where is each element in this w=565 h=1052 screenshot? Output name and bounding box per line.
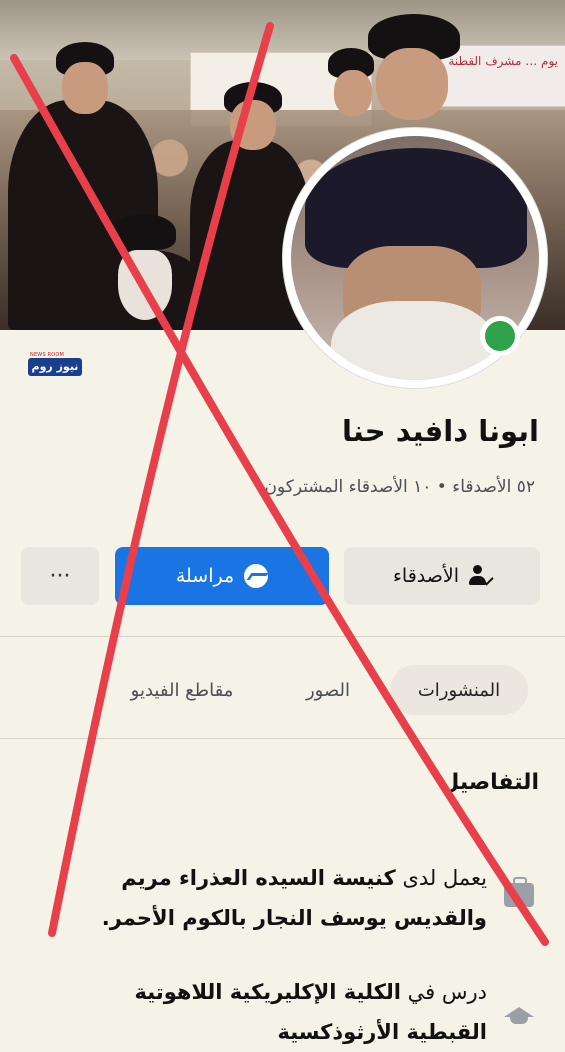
more-options-button[interactable]: ··· bbox=[21, 547, 99, 605]
more-options-icon: ··· bbox=[49, 563, 71, 589]
cover-old-priest-beard bbox=[118, 250, 172, 320]
tab-posts[interactable]: المنشورات bbox=[390, 665, 528, 715]
detail-education: درس في الكلية الإكليريكية اللاهوتية القب… bbox=[57, 972, 487, 1052]
tab-videos[interactable]: مقاطع الفيديو bbox=[102, 665, 262, 715]
tab-photos-label: الصور bbox=[305, 679, 351, 701]
profile-name: ابونا دافيد حنا bbox=[341, 414, 539, 448]
briefcase-icon bbox=[504, 877, 534, 907]
divider-bottom bbox=[0, 738, 565, 739]
graduation-cap-icon bbox=[504, 1003, 534, 1027]
friend-check-icon bbox=[469, 565, 494, 587]
cover-priest-left-face bbox=[62, 62, 108, 114]
friends-count[interactable]: ٥٢ الأصدقاء • ١٠ الأصدقاء المشتركون bbox=[264, 477, 535, 497]
cover-banner-text: يوم … مشرف القطنة bbox=[448, 54, 558, 68]
profile-picture-beard bbox=[331, 301, 496, 380]
news-room-watermark: NEWS ROOM نيوز روم bbox=[28, 352, 82, 378]
cover-banner-right: يوم … مشرف القطنة bbox=[440, 45, 565, 107]
detail-work-prefix: يعمل لدى bbox=[402, 866, 487, 890]
message-button-label: مراسلة bbox=[175, 565, 235, 587]
messenger-icon bbox=[244, 564, 269, 588]
cover-priest-center-face bbox=[230, 100, 276, 150]
friends-button[interactable]: الأصدقاء bbox=[344, 547, 540, 605]
tab-posts-label: المنشورات bbox=[417, 679, 501, 701]
watermark-logo: نيوز روم bbox=[28, 358, 82, 376]
detail-education-prefix: درس في bbox=[407, 980, 487, 1004]
detail-work: يعمل لدى كنيسة السيده العذراء مريم والقد… bbox=[57, 858, 487, 938]
cover-old-priest-hood bbox=[112, 214, 176, 250]
details-title: التفاصيل bbox=[440, 770, 539, 795]
message-button[interactable]: مراسلة bbox=[115, 547, 329, 605]
tab-videos-label: مقاطع الفيديو bbox=[130, 679, 234, 701]
cover-priest-right2-face bbox=[334, 70, 372, 116]
facebook-profile-screenshot: يوم … مشرف القطنة NEWS ROOM نيوز روم ابو… bbox=[0, 0, 565, 1047]
online-status-dot bbox=[480, 316, 520, 356]
cover-priest-right-face bbox=[376, 48, 448, 120]
friends-button-label: الأصدقاء bbox=[392, 565, 460, 587]
tab-photos[interactable]: الصور bbox=[290, 665, 366, 715]
divider-top bbox=[0, 636, 565, 637]
